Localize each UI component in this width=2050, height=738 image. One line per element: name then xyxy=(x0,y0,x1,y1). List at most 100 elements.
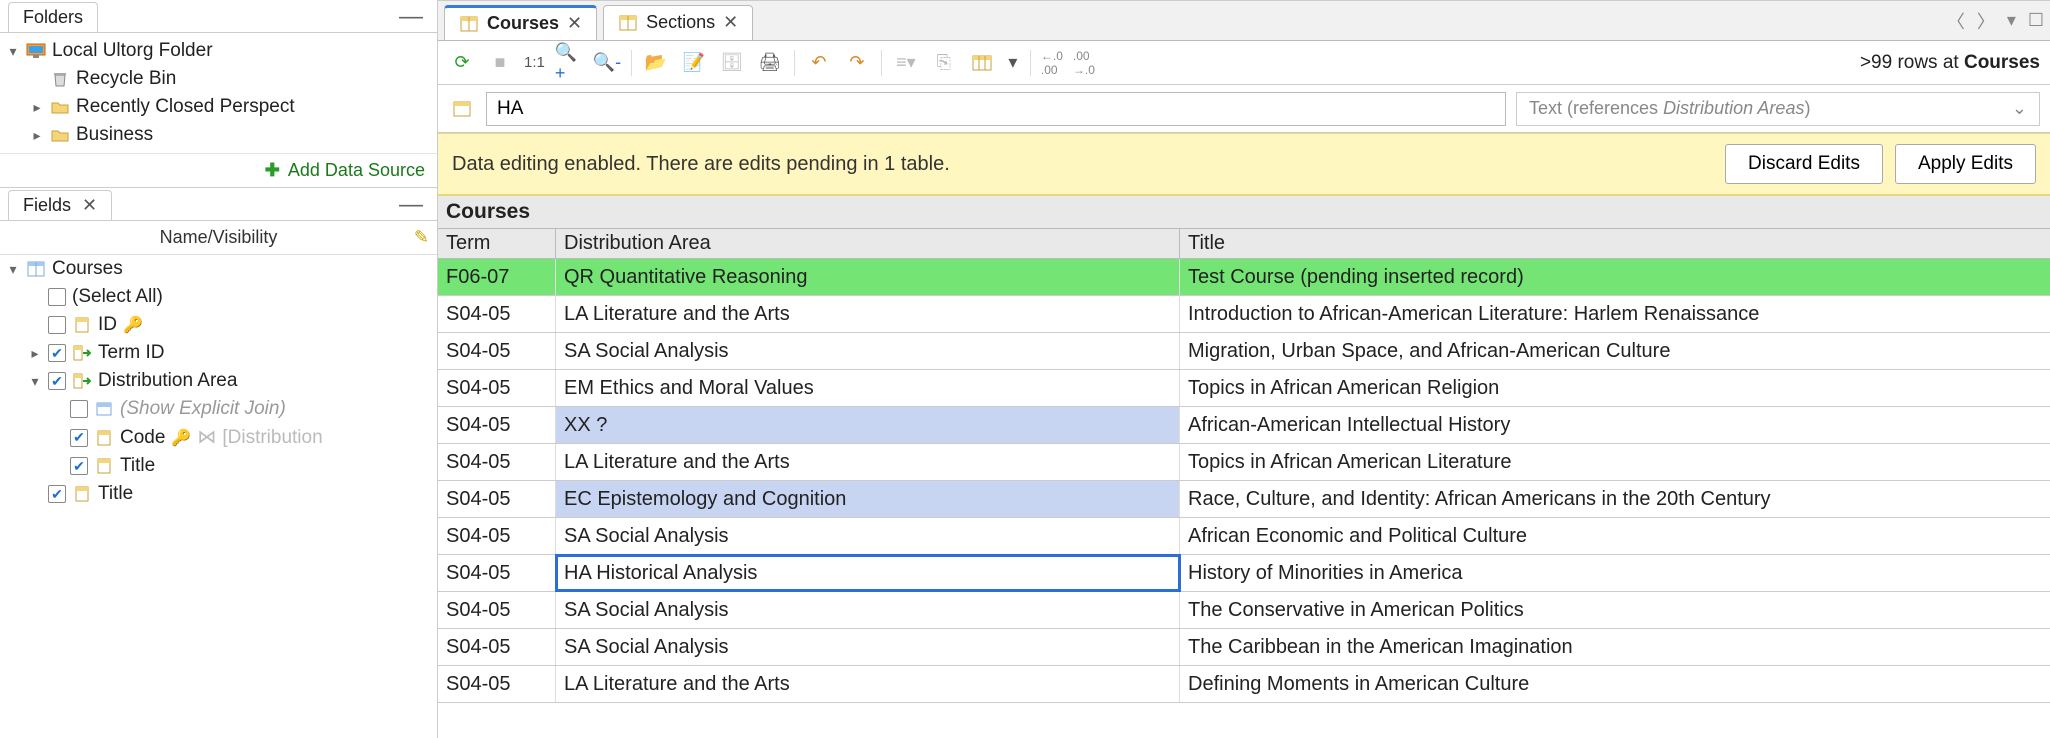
cell-title[interactable]: The Conservative in American Politics xyxy=(1180,592,2050,628)
cell-term[interactable]: S04-05 xyxy=(438,481,556,517)
folder-recycle[interactable]: Recycle Bin xyxy=(0,65,437,93)
cell-distribution[interactable]: HA Historical Analysis xyxy=(556,555,1180,591)
cell-distribution[interactable]: EM Ethics and Moral Values xyxy=(556,370,1180,406)
apply-edits-button[interactable]: Apply Edits xyxy=(1895,144,2036,184)
cell-distribution[interactable]: XX ? xyxy=(556,407,1180,443)
row-menu-icon[interactable] xyxy=(448,95,476,123)
cell-title[interactable]: Topics in African American Literature xyxy=(1180,444,2050,480)
table-row[interactable]: S04-05HA Historical AnalysisHistory of M… xyxy=(438,555,2050,592)
table-row[interactable]: S04-05EC Epistemology and CognitionRace,… xyxy=(438,481,2050,518)
align-icon[interactable]: ≡▾ xyxy=(892,49,920,77)
decrease-decimal-icon[interactable]: ←.0.00 xyxy=(1041,49,1063,77)
checkbox-checked[interactable] xyxy=(70,429,88,447)
cell-distribution[interactable]: SA Social Analysis xyxy=(556,592,1180,628)
cell-distribution[interactable]: QR Quantitative Reasoning xyxy=(556,259,1180,295)
cell-title[interactable]: Race, Culture, and Identity: African Ame… xyxy=(1180,481,2050,517)
checkbox-checked[interactable] xyxy=(48,344,66,362)
minimize-icon[interactable]: — xyxy=(393,191,429,219)
table-row[interactable]: S04-05LA Literature and the ArtsIntroduc… xyxy=(438,296,2050,333)
field-id[interactable]: ID 🔑 xyxy=(0,311,437,339)
zoom-out-icon[interactable]: 🔍- xyxy=(593,49,621,77)
folder-root[interactable]: ▾ Local Ultorg Folder xyxy=(0,37,437,65)
cell-distribution[interactable]: LA Literature and the Arts xyxy=(556,666,1180,702)
checkbox-checked[interactable] xyxy=(70,457,88,475)
tab-sections[interactable]: Sections ✕ xyxy=(603,5,753,41)
checkbox[interactable] xyxy=(48,288,66,306)
chevron-down-icon[interactable]: ▾ xyxy=(6,43,20,60)
fields-tab[interactable]: Fields ✕ xyxy=(8,190,112,220)
chevron-right-icon[interactable]: ▸ xyxy=(28,345,42,362)
chevron-right-icon[interactable]: ▸ xyxy=(30,99,44,116)
cell-title[interactable]: Test Course (pending inserted record) xyxy=(1180,259,2050,295)
cell-term[interactable]: S04-05 xyxy=(438,407,556,443)
chevron-down-icon[interactable]: ▾ xyxy=(28,373,42,390)
field-select-all[interactable]: (Select All) xyxy=(0,283,437,311)
increase-decimal-icon[interactable]: .00→.0 xyxy=(1073,49,1095,77)
table-row[interactable]: S04-05LA Literature and the ArtsTopics i… xyxy=(438,444,2050,481)
table-row[interactable]: S04-05SA Social AnalysisMigration, Urban… xyxy=(438,333,2050,370)
stop-icon[interactable]: ■ xyxy=(486,49,514,77)
open-icon[interactable]: 📂 xyxy=(642,49,670,77)
cell-title[interactable]: Defining Moments in American Culture xyxy=(1180,666,2050,702)
cell-distribution[interactable]: SA Social Analysis xyxy=(556,333,1180,369)
tab-courses[interactable]: Courses ✕ xyxy=(444,5,597,41)
copy-icon[interactable]: ⎘ xyxy=(930,49,958,77)
folder-business[interactable]: ▸ Business xyxy=(0,121,437,149)
folders-tab[interactable]: Folders xyxy=(8,2,98,32)
maximize-icon[interactable]: ☐ xyxy=(2022,10,2050,31)
cell-distribution[interactable]: LA Literature and the Arts xyxy=(556,444,1180,480)
table-row[interactable]: S04-05SA Social AnalysisThe Conservative… xyxy=(438,592,2050,629)
checkbox-checked[interactable] xyxy=(48,485,66,503)
nav-prev-icon[interactable]: 〈 xyxy=(1941,8,1971,34)
table-row[interactable]: F06-07QR Quantitative ReasoningTest Cour… xyxy=(438,259,2050,296)
cell-term[interactable]: S04-05 xyxy=(438,333,556,369)
cell-term[interactable]: S04-05 xyxy=(438,629,556,665)
db-icon[interactable]: 🗄 xyxy=(718,49,746,77)
field-title[interactable]: Title xyxy=(0,480,437,508)
dropdown-icon[interactable]: ▾ xyxy=(1006,49,1020,77)
dropdown-icon[interactable]: ⌄ xyxy=(2012,98,2027,119)
grid-icon[interactable] xyxy=(968,49,996,77)
dropdown-icon[interactable]: ▾ xyxy=(2001,10,2022,31)
cell-distribution[interactable]: SA Social Analysis xyxy=(556,518,1180,554)
cell-title[interactable]: Introduction to African-American Literat… xyxy=(1180,296,2050,332)
checkbox[interactable] xyxy=(48,316,66,334)
field-show-join[interactable]: (Show Explicit Join) xyxy=(0,395,437,423)
field-distribution-area[interactable]: ▾ Distribution Area xyxy=(0,367,437,395)
col-header-distribution[interactable]: Distribution Area xyxy=(556,229,1180,258)
cell-term[interactable]: F06-07 xyxy=(438,259,556,295)
add-data-source[interactable]: ✚ Add Data Source xyxy=(0,153,437,188)
cell-term[interactable]: S04-05 xyxy=(438,555,556,591)
col-header-title[interactable]: Title xyxy=(1180,229,2050,258)
cell-title[interactable]: Migration, Urban Space, and African-Amer… xyxy=(1180,333,2050,369)
field-code[interactable]: Code 🔑 ⋈ [Distribution xyxy=(0,423,437,452)
fields-root[interactable]: ▾ Courses xyxy=(0,255,437,283)
cell-term[interactable]: S04-05 xyxy=(438,370,556,406)
chevron-right-icon[interactable]: ▸ xyxy=(30,127,44,144)
cell-title[interactable]: African-American Intellectual History xyxy=(1180,407,2050,443)
print-icon[interactable]: 🖨 xyxy=(756,49,784,77)
chevron-down-icon[interactable]: ▾ xyxy=(6,261,20,278)
table-row[interactable]: S04-05EM Ethics and Moral ValuesTopics i… xyxy=(438,370,2050,407)
ratio-label[interactable]: 1:1 xyxy=(524,49,545,77)
table-row[interactable]: S04-05XX ?African-American Intellectual … xyxy=(438,407,2050,444)
cell-title[interactable]: African Economic and Political Culture xyxy=(1180,518,2050,554)
cell-editor-input[interactable] xyxy=(486,92,1506,126)
close-icon[interactable]: ✕ xyxy=(567,13,582,34)
table-row[interactable]: S04-05SA Social AnalysisThe Caribbean in… xyxy=(438,629,2050,666)
cell-term[interactable]: S04-05 xyxy=(438,296,556,332)
close-icon[interactable]: ✕ xyxy=(82,195,97,215)
cell-distribution[interactable]: SA Social Analysis xyxy=(556,629,1180,665)
edit-icon[interactable]: 📝 xyxy=(680,49,708,77)
cell-term[interactable]: S04-05 xyxy=(438,518,556,554)
cell-term[interactable]: S04-05 xyxy=(438,444,556,480)
wand-icon[interactable]: ✎ xyxy=(414,227,429,248)
minimize-icon[interactable]: — xyxy=(393,3,429,31)
table-row[interactable]: S04-05SA Social AnalysisAfrican Economic… xyxy=(438,518,2050,555)
folder-recent[interactable]: ▸ Recently Closed Perspect xyxy=(0,93,437,121)
field-term-id[interactable]: ▸ Term ID xyxy=(0,339,437,367)
close-icon[interactable]: ✕ xyxy=(723,12,738,33)
cell-distribution[interactable]: EC Epistemology and Cognition xyxy=(556,481,1180,517)
cell-title[interactable]: The Caribbean in the American Imaginatio… xyxy=(1180,629,2050,665)
type-hint[interactable]: Text (references Distribution Areas) ⌄ xyxy=(1516,92,2040,126)
